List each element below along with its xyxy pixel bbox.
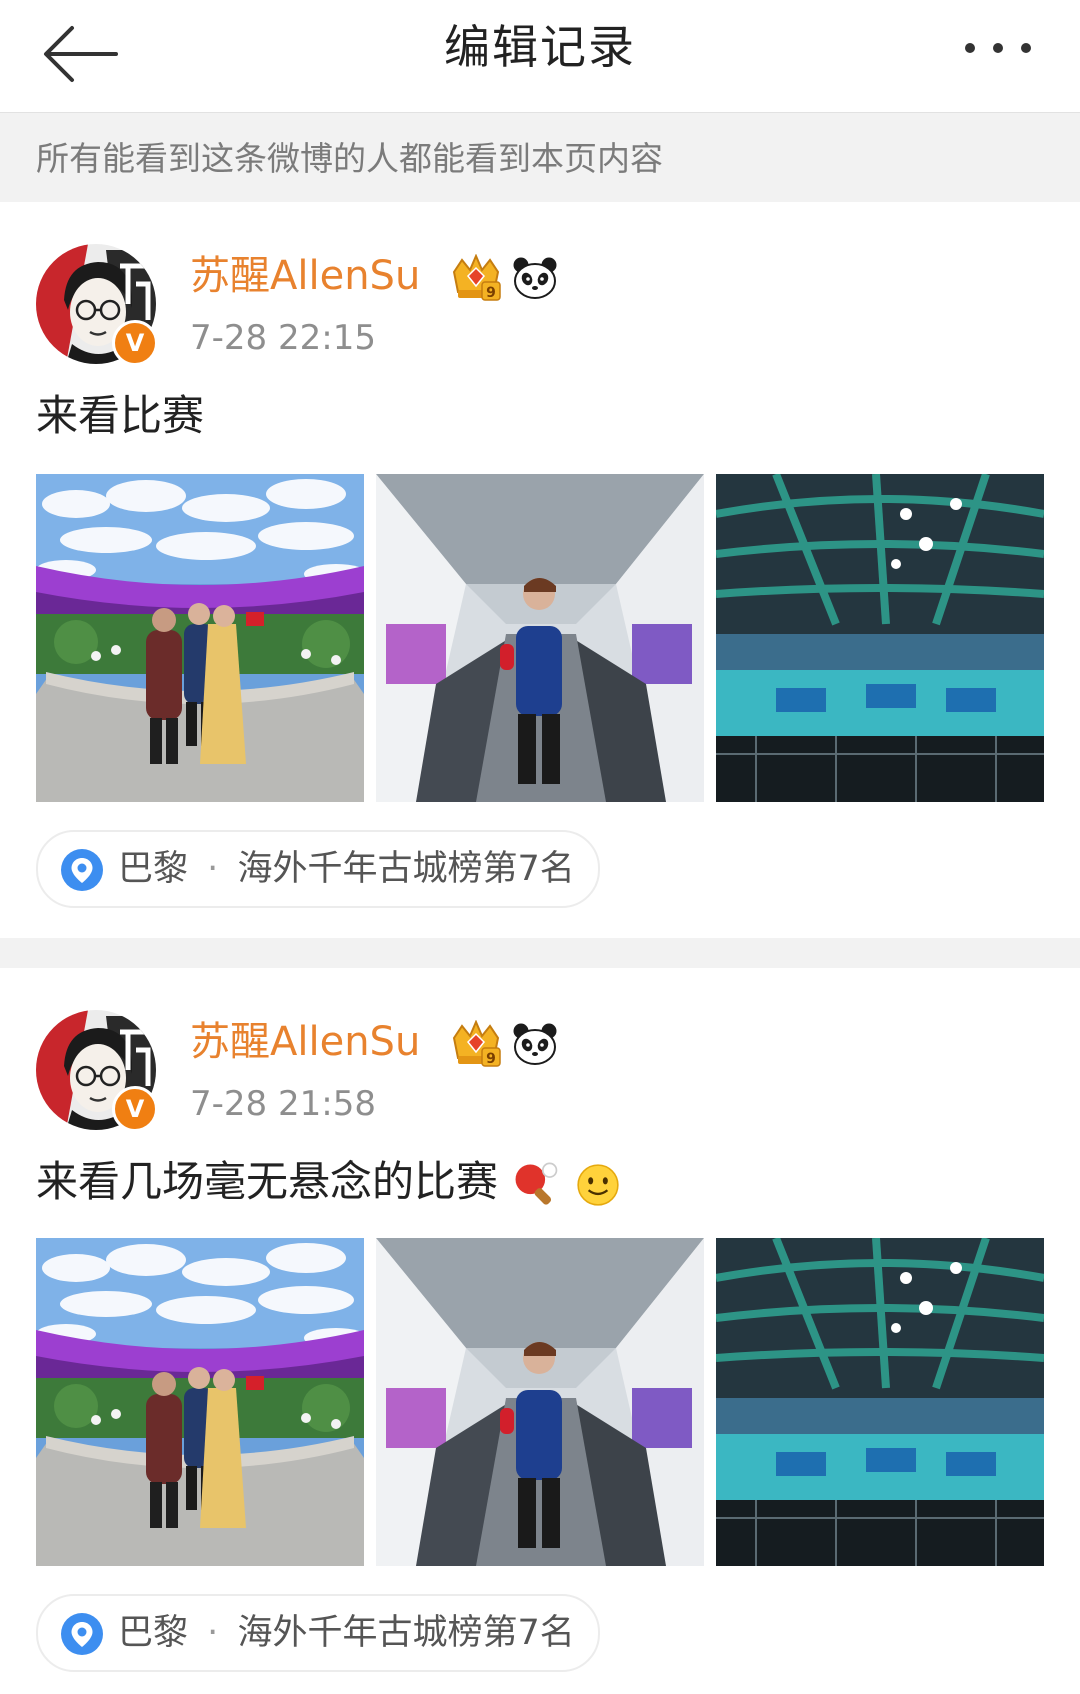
visibility-notice-text: 所有能看到这条微博的人都能看到本页内容 [36,139,663,178]
location-city: 巴黎 [118,1613,189,1653]
photo-arena-wide[interactable] [716,474,1044,802]
username[interactable]: 苏醒AllenSu [190,1016,420,1068]
post-2: V 苏醒AllenSu 7-28 21:58 来看几场毫无悬念的比赛 巴黎 · … [0,968,1080,1694]
location-tag[interactable]: 巴黎 · 海外千年古城榜第7名 [36,830,600,908]
location-separator: · [207,1613,219,1653]
photo-group-garden[interactable] [36,1238,364,1566]
crown-level-badge-icon [448,254,504,304]
location-detail: 海外千年古城榜第7名 [237,849,575,889]
verified-badge-icon: V [112,320,158,366]
visibility-notice: 所有能看到这条微博的人都能看到本页内容 [0,113,1080,202]
smile-icon [575,1162,621,1208]
photo-escalator-selfie[interactable] [376,474,704,802]
photo-arena-wide[interactable] [716,1238,1044,1566]
crown-level-badge-icon [448,1020,504,1070]
username[interactable]: 苏醒AllenSu [190,250,420,302]
location-city: 巴黎 [118,849,189,889]
location-separator: · [207,849,219,889]
location-pin-icon [60,848,104,892]
top-bar: 编辑记录 [0,0,1080,113]
location-tag[interactable]: 巴黎 · 海外千年古城榜第7名 [36,1594,600,1672]
ping-pong-icon [511,1160,561,1210]
post-time: 7-28 22:15 [190,318,376,358]
page-title: 编辑记录 [444,20,636,74]
post-time: 7-28 21:58 [190,1084,376,1124]
post-1: V 苏醒AllenSu 7-28 22:15 来看比赛 巴黎 · 海外千年古城榜… [0,202,1080,938]
photo-group-garden[interactable] [36,474,364,802]
more-button[interactable] [958,28,1038,68]
post-text: 来看比赛 [36,391,205,440]
photo-escalator-selfie[interactable] [376,1238,704,1566]
location-detail: 海外千年古城榜第7名 [237,1613,575,1653]
ellipsis-icon [965,43,1031,53]
panda-badge-icon [512,1022,558,1066]
location-text: 巴黎 · 海外千年古城榜第7名 [118,847,575,891]
post-text: 来看几场毫无悬念的比赛 [36,1157,499,1206]
post-text-row: 来看几场毫无悬念的比赛 [36,1154,621,1210]
post-divider [0,938,1080,968]
verified-badge-icon: V [112,1086,158,1132]
location-text: 巴黎 · 海外千年古城榜第7名 [118,1611,575,1655]
panda-badge-icon [512,256,558,300]
location-pin-icon [60,1612,104,1656]
